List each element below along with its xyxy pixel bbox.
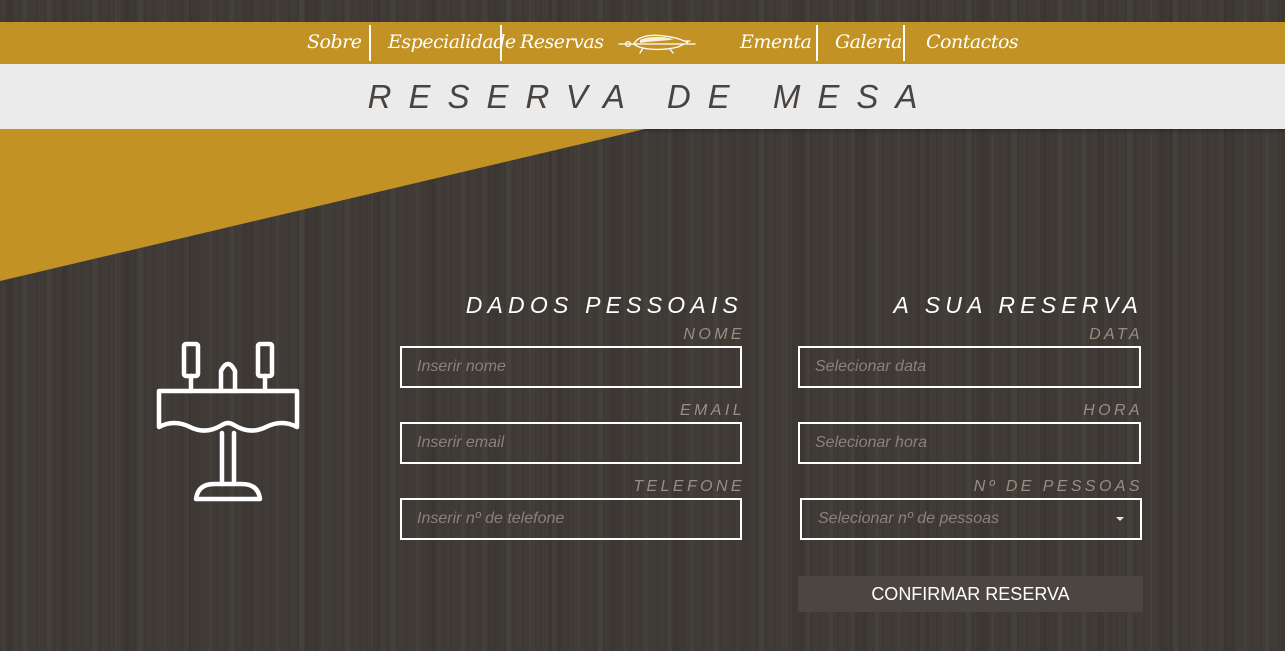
people-select[interactable]: Selecionar nº de pessoas bbox=[800, 498, 1142, 540]
personal-data-heading: DADOS PESSOAIS bbox=[465, 292, 743, 318]
nav-link-ementa[interactable]: Ementa bbox=[740, 22, 812, 64]
phone-label: TELEFONE bbox=[633, 478, 745, 495]
reservation-heading: A SUA RESERVA bbox=[893, 292, 1143, 318]
roast-pig-logo-icon[interactable] bbox=[618, 31, 696, 55]
nav-divider bbox=[369, 25, 371, 61]
date-input[interactable] bbox=[800, 348, 1139, 386]
dining-table-icon bbox=[156, 341, 300, 502]
name-input[interactable] bbox=[402, 348, 740, 386]
nav-divider bbox=[500, 25, 502, 61]
nav-link-galeria[interactable]: Galeria bbox=[835, 22, 902, 64]
time-label: HORA bbox=[1083, 402, 1143, 419]
nav-link-contactos[interactable]: Contactos bbox=[926, 22, 1019, 64]
phone-field bbox=[400, 498, 742, 540]
time-input[interactable] bbox=[800, 424, 1139, 462]
time-field bbox=[798, 422, 1141, 464]
confirm-reservation-button[interactable]: CONFIRMAR RESERVA bbox=[798, 576, 1143, 612]
email-input[interactable] bbox=[402, 424, 740, 462]
gold-diagonal-decoration bbox=[0, 129, 645, 281]
email-field bbox=[400, 422, 742, 464]
chevron-down-icon bbox=[1116, 517, 1124, 521]
people-select-value: Selecionar nº de pessoas bbox=[818, 510, 1000, 527]
date-field bbox=[798, 346, 1141, 388]
nav-link-reservas[interactable]: Reservas bbox=[520, 22, 604, 64]
date-label: DATA bbox=[1089, 326, 1143, 343]
email-label: EMAIL bbox=[679, 402, 745, 419]
nav-divider bbox=[816, 25, 818, 61]
name-field bbox=[400, 346, 742, 388]
nav-divider bbox=[903, 25, 905, 61]
name-label: NOME bbox=[683, 326, 745, 343]
phone-input[interactable] bbox=[402, 500, 740, 538]
nav-link-sobre[interactable]: Sobre bbox=[307, 22, 362, 64]
nav-link-especialidade[interactable]: Especialidade bbox=[388, 22, 516, 64]
people-label: Nº DE PESSOAS bbox=[973, 478, 1143, 495]
main-navbar: Sobre Especialidade Reservas Ementa Gale… bbox=[0, 22, 1285, 64]
title-band: RESERVA DE MESA bbox=[0, 64, 1285, 129]
page-title: RESERVA DE MESA bbox=[367, 78, 935, 115]
